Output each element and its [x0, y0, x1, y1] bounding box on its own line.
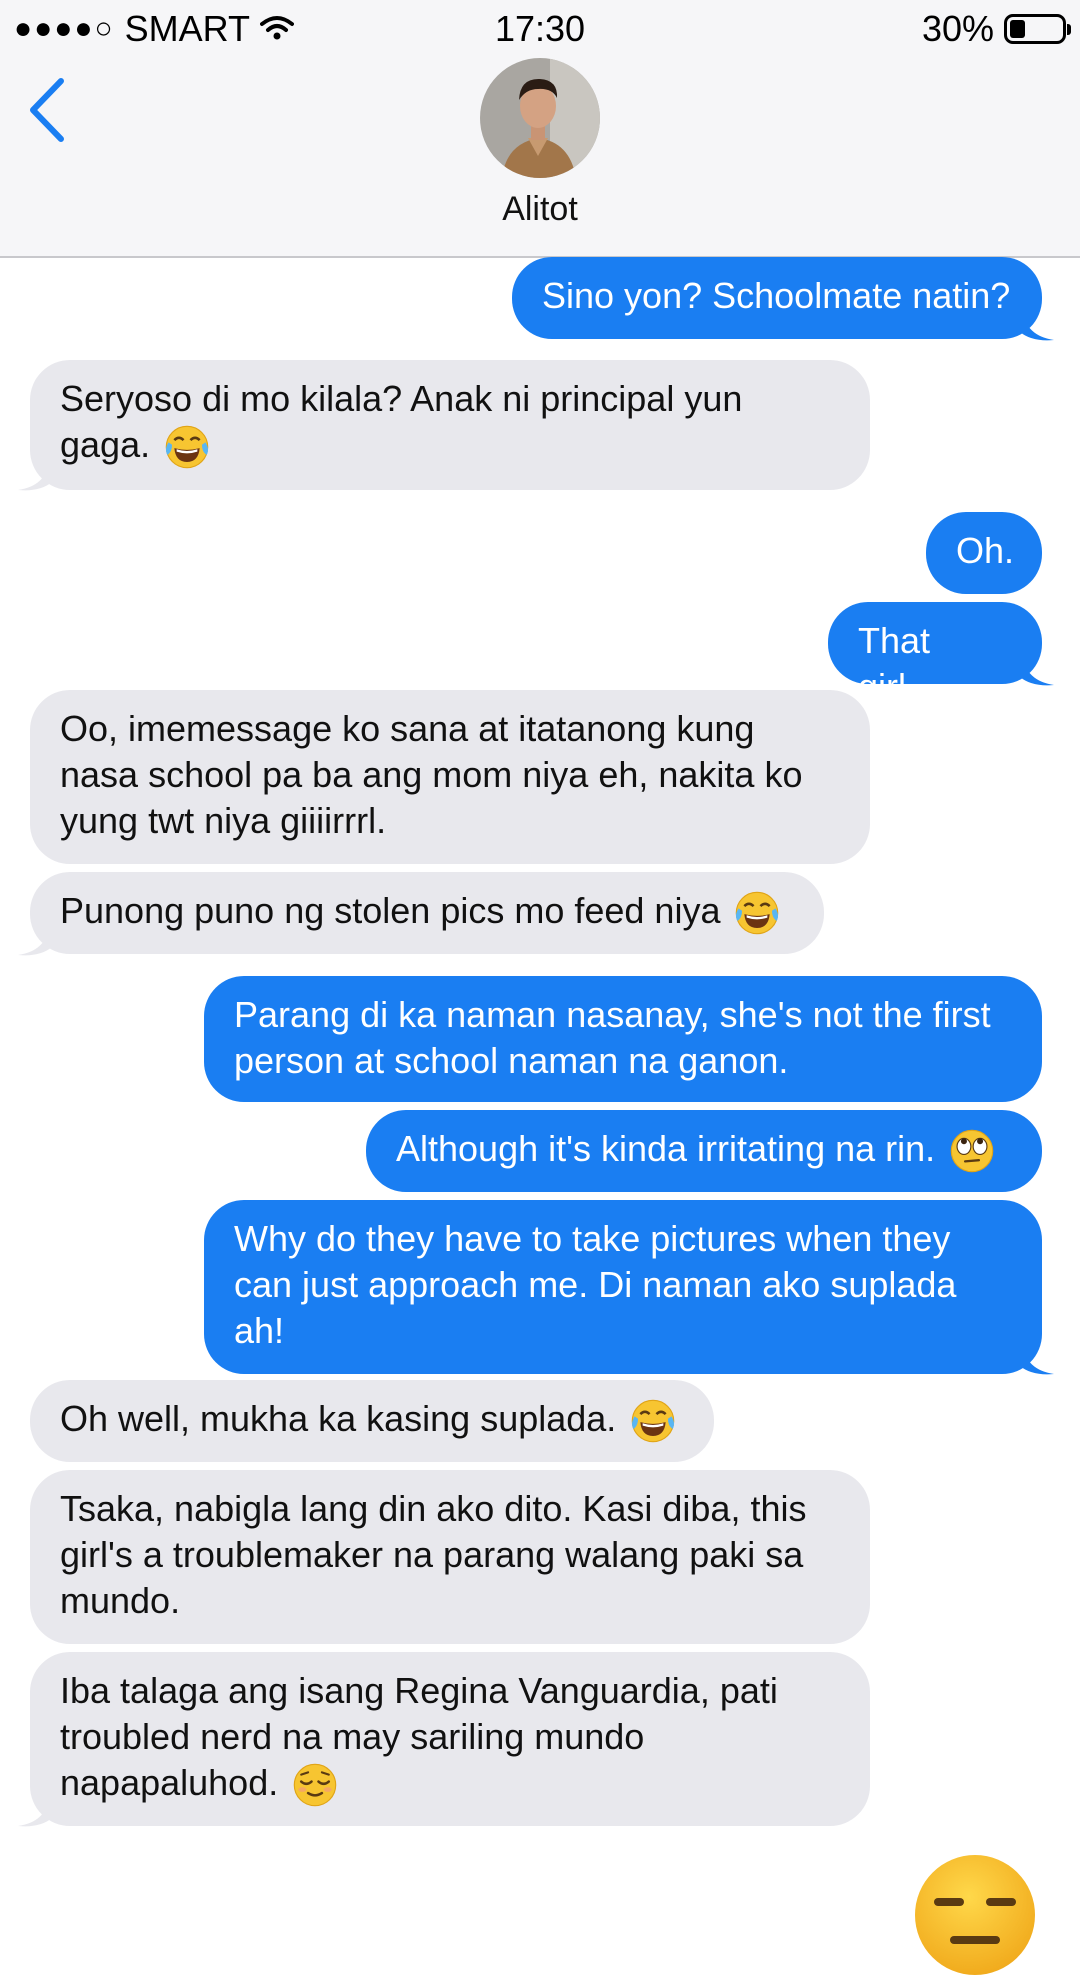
conversation-header: ●●●●○ SMART 17:30 30% Alitot [0, 0, 1080, 258]
laughing-tears-emoji [631, 1399, 676, 1444]
message-text: Sino yon? Schoolmate natin? [542, 275, 1011, 316]
message-bubble-sent[interactable]: Oh. [926, 512, 1042, 594]
message-bubble-received[interactable]: Seryoso di mo kilala? Anak ni principal … [30, 360, 870, 490]
message-bubble-received[interactable]: Oh well, mukha ka kasing suplada. [30, 1380, 714, 1462]
message-text: That girl... [858, 620, 937, 707]
bubble-tail-received [18, 460, 52, 491]
wifi-icon [259, 8, 294, 50]
status-carrier-group: ●●●●○ SMART [14, 8, 294, 50]
laughing-tears-emoji [735, 891, 780, 936]
message-text: Oh well, mukha ka kasing suplada. [60, 1398, 617, 1439]
message-bubble-sent[interactable]: Parang di ka naman nasanay, she's not th… [204, 976, 1042, 1102]
signal-strength-indicator: ●●●●○ [14, 12, 115, 45]
message-text: Seryoso di mo kilala? Anak ni principal … [60, 378, 743, 465]
message-bubble-received[interactable]: Punong puno ng stolen pics mo feed niya [30, 872, 824, 954]
message-text: Why do they have to take pictures when t… [234, 1218, 957, 1351]
contact-avatar[interactable] [480, 58, 600, 178]
battery-percentage: 30% [921, 8, 994, 49]
message-text: Tsaka, nabigla lang din ako dito. Kasi d… [60, 1488, 807, 1621]
battery-level-fill [1010, 20, 1025, 38]
status-battery-group: 30% [921, 8, 1071, 50]
laughing-tears-emoji [164, 425, 210, 470]
message-text: Iba talaga ang isang Regina Vanguardia, … [60, 1670, 778, 1803]
bubble-tail-received [18, 1796, 52, 1827]
message-text: Parang di ka naman nasanay, she's not th… [234, 994, 991, 1081]
message-text: Oh. [956, 530, 1015, 571]
expressionless-face-emoji[interactable] [912, 1852, 1038, 1978]
message-bubble-received[interactable]: Oo, imemessage ko sana at itatanong kung… [30, 690, 870, 864]
bubble-tail-sent [1020, 1344, 1054, 1375]
carrier-name: SMART [124, 8, 250, 49]
battery-icon [1004, 14, 1071, 44]
message-bubble-sent[interactable]: Although it's kinda irritating na rin. [366, 1110, 1042, 1192]
message-text: Although it's kinda irritating na rin. [396, 1128, 936, 1169]
message-bubble-sent[interactable]: That girl... [828, 602, 1042, 707]
back-button[interactable] [22, 70, 72, 150]
chevron-left-icon [30, 78, 64, 142]
relieved-face-emoji [293, 1763, 338, 1808]
message-bubble-sent[interactable]: Why do they have to take pictures when t… [204, 1200, 1042, 1374]
message-bubble-received[interactable]: Tsaka, nabigla lang din ako dito. Kasi d… [30, 1470, 870, 1644]
eye-roll-emoji [950, 1129, 995, 1174]
contact-name[interactable]: Alitot [0, 190, 1080, 229]
bubble-tail-sent [1020, 655, 1054, 686]
message-text: Oo, imemessage ko sana at itatanong kung… [60, 708, 803, 841]
bubble-tail-received [18, 925, 52, 956]
message-text: Punong puno ng stolen pics mo feed niya [60, 890, 721, 931]
message-bubble-sent[interactable]: Sino yon? Schoolmate natin? [512, 257, 1042, 339]
message-bubble-received[interactable]: Iba talaga ang isang Regina Vanguardia, … [30, 1652, 870, 1826]
bubble-tail-sent [1020, 310, 1054, 341]
